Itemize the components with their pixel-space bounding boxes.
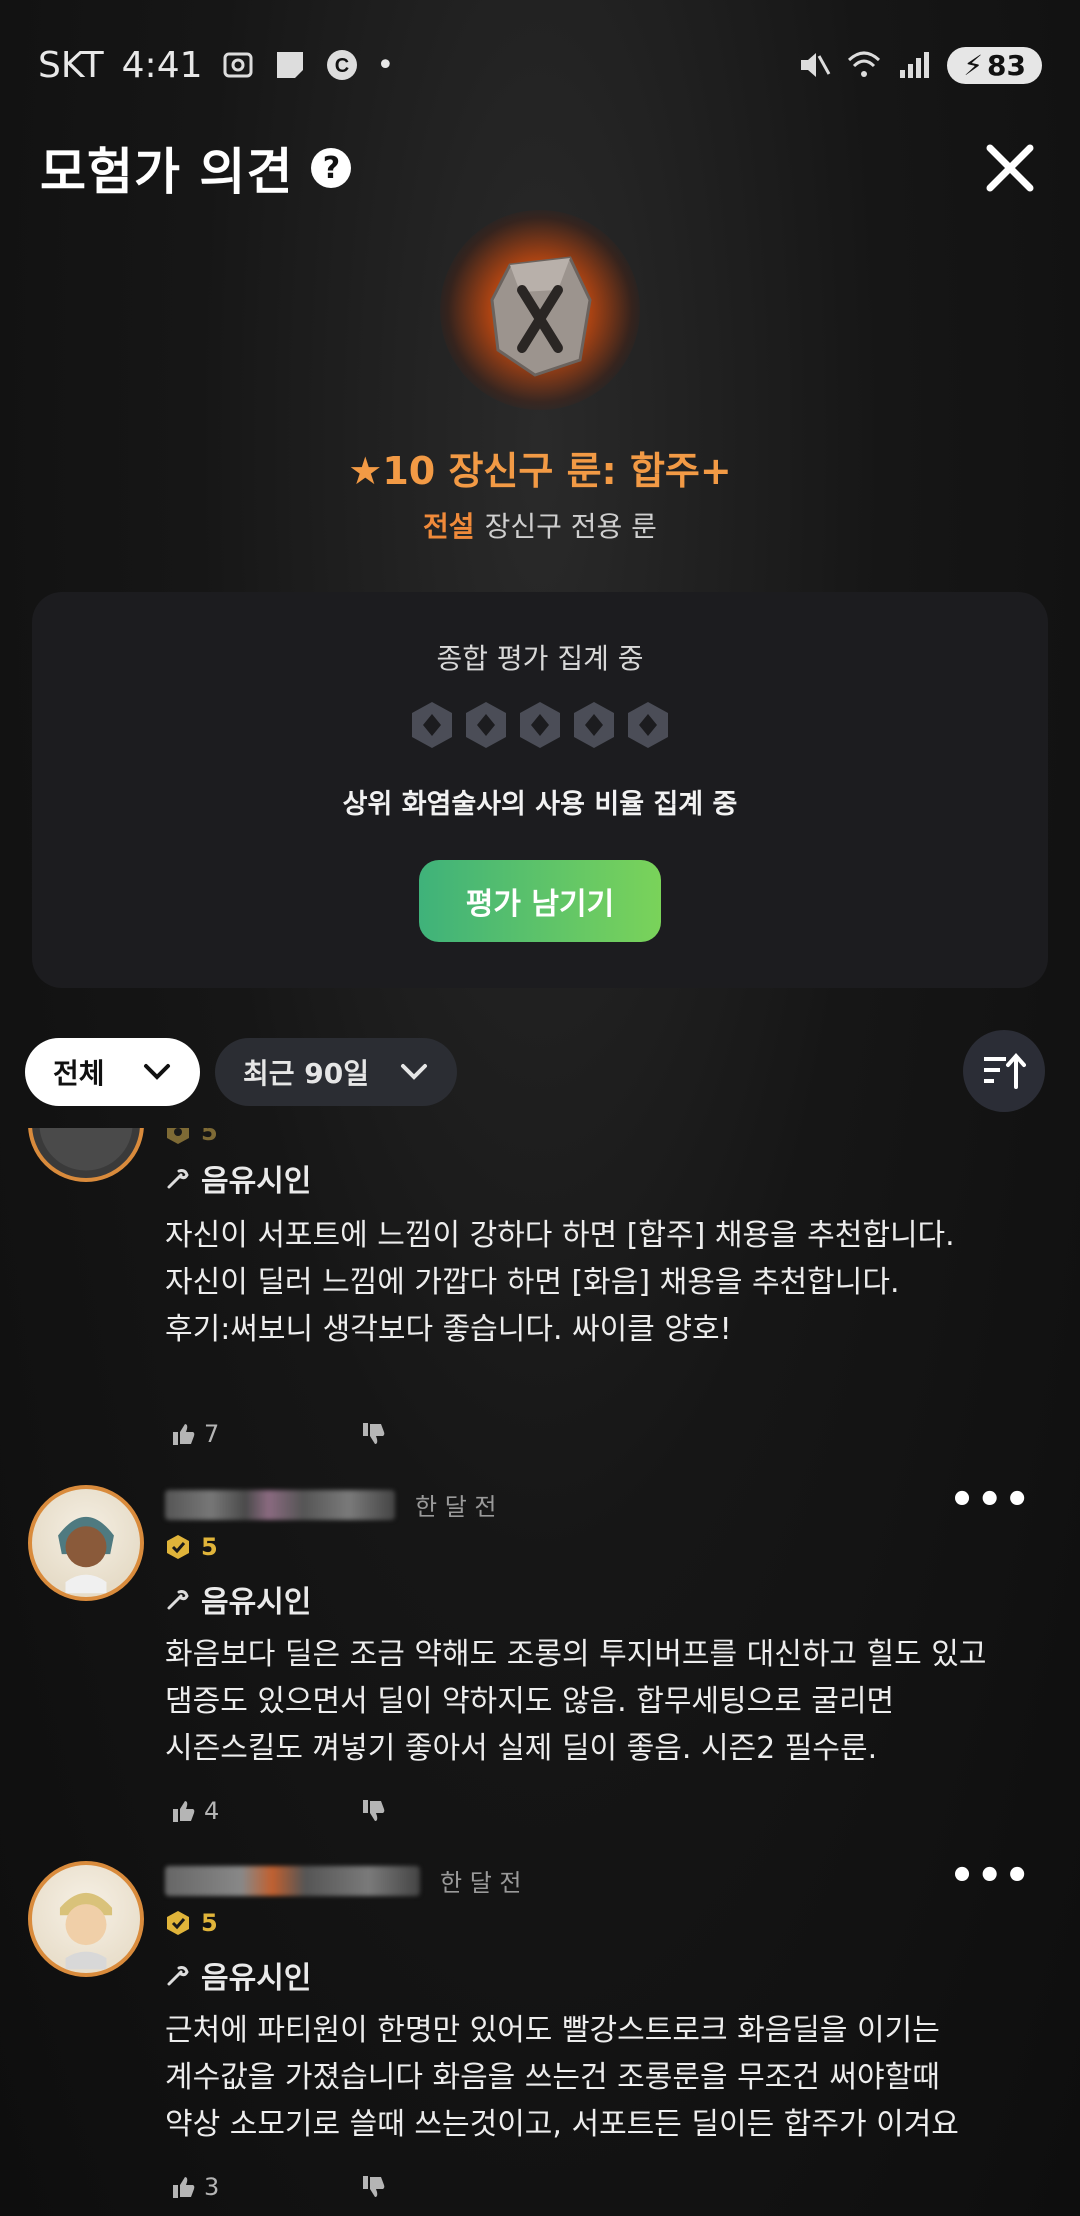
comment-body: 자신이 서포트에 느낌이 강하다 하면 [합주] 채용을 추천합니다. 자신이 … — [165, 1218, 955, 1347]
dot-icon: • — [376, 47, 395, 83]
class-label: 음유시인 — [165, 1577, 311, 1621]
reaction-row: 3 — [170, 2173, 386, 2201]
summary-title: 종합 평가 집계 중 — [436, 642, 644, 675]
level-badge-icon — [167, 1911, 189, 1935]
author-name-redacted — [165, 1489, 395, 1520]
like-button[interactable]: 4 — [170, 1797, 360, 1825]
rune-stone-graphic — [490, 256, 592, 377]
c-app-icon: C — [326, 50, 357, 80]
class-icon — [167, 1590, 189, 1610]
status-bar: SKT 4:41 C • ⚡ 83 — [0, 0, 1080, 130]
adventurer-level: 5 — [165, 1533, 218, 1561]
battery-indicator: ⚡ 83 — [947, 46, 1042, 84]
level-badge-icon — [167, 1535, 189, 1559]
question-icon[interactable]: ? — [311, 148, 352, 188]
page-title: 모험가 의견 — [40, 143, 294, 201]
comment-body: 화음보다 딜은 조금 약해도 조롱의 투지버프를 대신하고 힐도 있고 댐증도 … — [165, 1637, 987, 1766]
clock: 4:41 — [121, 44, 203, 86]
rune-stone-icon — [440, 210, 640, 410]
item-subtitle: 전설 장신구 전용 룬 — [0, 505, 1080, 545]
comment-list[interactable]: 5 음유시인 자신이 서포트에 느낌이 강하다 하면 [합주] 채용을 추천합니… — [0, 1128, 1080, 2216]
hex-rating-icon — [520, 702, 560, 748]
mute-icon — [801, 53, 831, 77]
like-button[interactable]: 3 — [170, 2173, 360, 2201]
class-icon — [167, 1966, 189, 1986]
thumbs-up-icon — [173, 1801, 195, 1822]
reaction-row: 7 — [170, 1420, 386, 1448]
wifi-icon — [848, 51, 881, 77]
more-options-icon[interactable]: ••• — [949, 1853, 1032, 1899]
like-count: 4 — [204, 1797, 220, 1825]
category-filter[interactable]: 전체 — [25, 1038, 200, 1106]
item-title: ★10 장신구 룬: 합주+ — [348, 449, 732, 493]
comment-author: 한 달 전 — [165, 1863, 522, 1898]
screenshot-icon — [223, 52, 252, 78]
svg-text:C: C — [334, 55, 348, 77]
comment-time: 한 달 전 — [415, 1493, 497, 1521]
hex-rating-icon — [628, 702, 668, 748]
filter-row: 전체 최근 90일 — [25, 1030, 1055, 1112]
category-filter-label: 전체 — [53, 1057, 105, 1090]
period-filter-label: 최근 90일 — [243, 1057, 369, 1090]
chevron-down-icon — [401, 1064, 427, 1080]
level-badge-icon — [167, 1128, 189, 1144]
charging-icon: ⚡ — [963, 48, 984, 82]
battery-level: 83 — [987, 48, 1026, 82]
carrier-label: SKT — [38, 44, 104, 86]
rating-placeholder — [32, 700, 1048, 750]
like-button[interactable]: 7 — [170, 1420, 360, 1448]
header: 모험가 의견 ? — [40, 128, 1040, 208]
hex-rating-icon — [574, 702, 614, 748]
thumbs-down-icon[interactable] — [360, 2174, 386, 2200]
adventurer-level: 5 — [165, 1909, 218, 1937]
more-options-icon[interactable]: ••• — [949, 1477, 1032, 1523]
thumbs-up-icon — [173, 1424, 195, 1445]
reaction-row: 4 — [170, 1797, 386, 1825]
comment-body: 근처에 파티원이 한명만 있어도 빨강스트로크 화음딜을 이기는 계수값을 가졌… — [165, 2013, 959, 2142]
adventurer-level: 5 — [165, 1128, 218, 1146]
item-grade: 전설 — [423, 510, 475, 543]
comment-author: 한 달 전 — [165, 1487, 497, 1522]
avatar[interactable] — [28, 1128, 144, 1182]
class-icon — [167, 1169, 189, 1189]
chevron-down-icon — [144, 1064, 170, 1080]
like-count: 3 — [204, 2173, 220, 2201]
avatar[interactable] — [28, 1485, 144, 1601]
period-filter[interactable]: 최근 90일 — [215, 1038, 457, 1106]
summary-card: 종합 평가 집계 중 상위 화염술사의 사용 비율 집계 중 평가 남기기 — [32, 592, 1048, 988]
item-type: 장신구 전용 룬 — [484, 510, 657, 543]
signal-icon — [900, 52, 930, 78]
thumbs-down-icon[interactable] — [360, 1421, 386, 1447]
sort-ascending-icon — [984, 1052, 1026, 1089]
summary-note: 상위 화염술사의 사용 비율 집계 중 — [342, 789, 738, 820]
leave-review-button[interactable]: 평가 남기기 — [419, 860, 661, 942]
comment-time: 한 달 전 — [440, 1869, 522, 1897]
close-icon[interactable] — [980, 138, 1040, 198]
avatar[interactable] — [28, 1861, 144, 1977]
class-label: 음유시인 — [165, 1156, 311, 1200]
hex-rating-icon — [466, 702, 506, 748]
sort-button[interactable] — [963, 1030, 1045, 1112]
thumbs-up-icon — [173, 2177, 195, 2198]
thumbs-down-icon[interactable] — [360, 1798, 386, 1824]
class-label: 음유시인 — [165, 1953, 311, 1997]
author-name-redacted — [165, 1865, 420, 1896]
like-count: 7 — [204, 1420, 220, 1448]
hex-rating-icon — [412, 702, 452, 748]
note-icon — [276, 52, 303, 78]
